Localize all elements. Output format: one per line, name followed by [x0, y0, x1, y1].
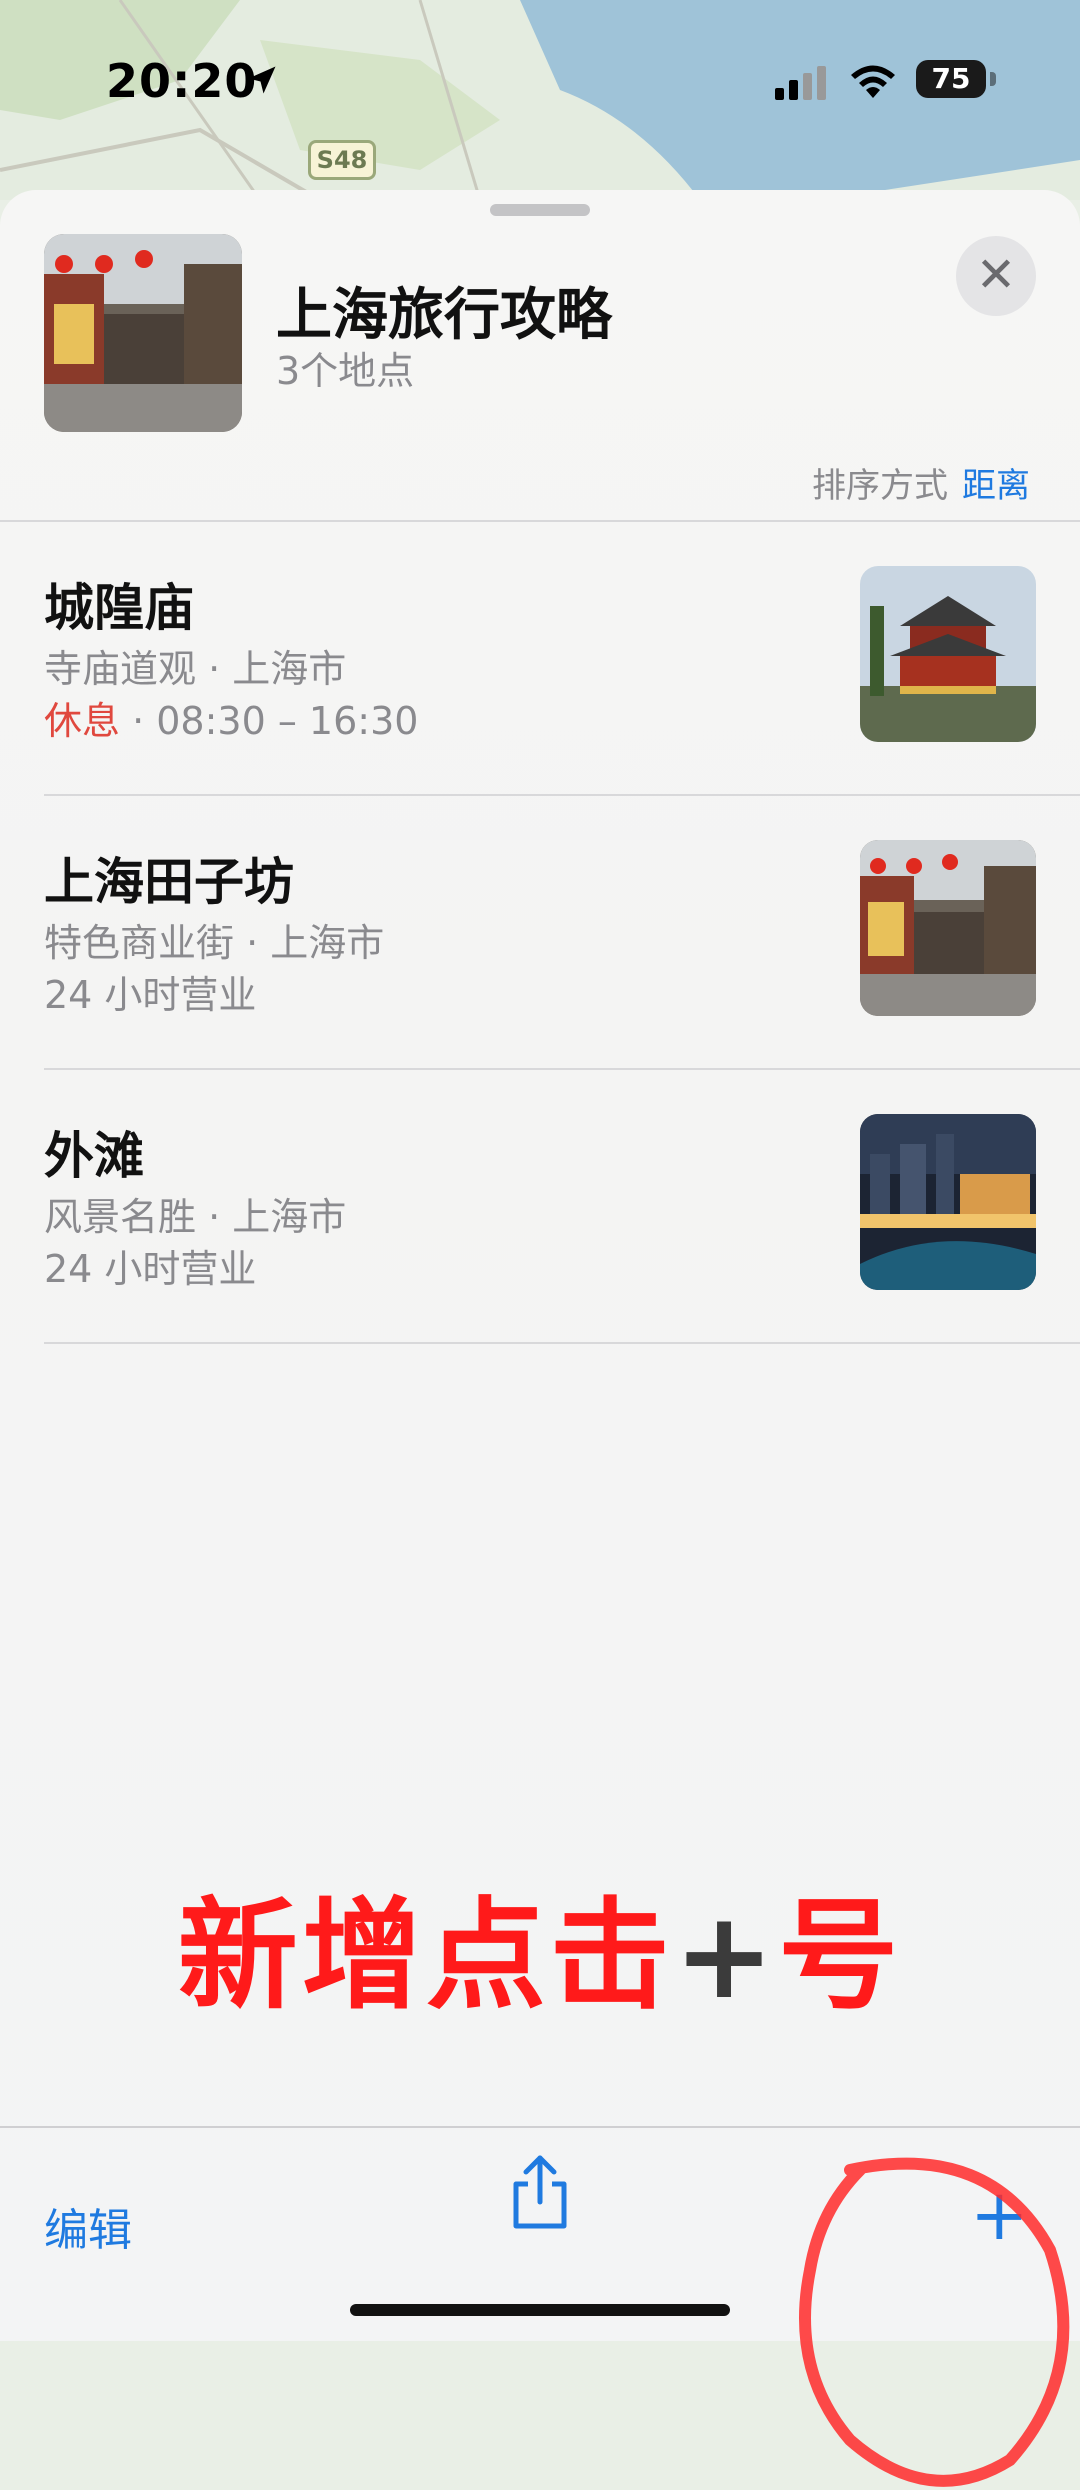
place-row-chenghuangmiao[interactable]: 城隍庙 寺庙道观 · 上海市 休息 · 08:30 – 16:30	[0, 522, 1080, 796]
place-row-tianzifang[interactable]: 上海田子坊 特色商业街 · 上海市 24 小时营业	[0, 796, 1080, 1070]
toolbar-divider	[0, 2126, 1080, 2128]
share-button[interactable]	[508, 2152, 572, 2236]
places-list: 城隍庙 寺庙道观 · 上海市 休息 · 08:30 – 16:30 上海田子坊	[0, 522, 1080, 1344]
share-icon	[513, 2155, 567, 2229]
annotation-overlay: 新增点击+号	[0, 1858, 1080, 2032]
place-category: 寺庙道观 · 上海市	[44, 647, 347, 691]
place-thumbnail	[860, 840, 1036, 1016]
place-name: 上海田子坊	[44, 853, 294, 911]
status-time: 20:20	[106, 54, 258, 108]
place-name: 外滩	[44, 1127, 144, 1185]
place-hours: 24 小时营业	[44, 973, 257, 1017]
guide-title: 上海旅行攻略	[276, 283, 612, 348]
edit-button[interactable]: 编辑	[44, 2194, 132, 2258]
place-thumbnail	[860, 566, 1036, 742]
place-status-closed: 休息	[44, 699, 121, 743]
place-category: 风景名胜 · 上海市	[44, 1195, 347, 1239]
row-divider	[44, 1342, 1080, 1344]
battery-cap	[990, 72, 996, 86]
route-shield-label: S48	[308, 140, 376, 180]
close-icon: ✕	[975, 247, 1017, 303]
place-thumbnail	[860, 1114, 1036, 1290]
guide-sheet: 上海旅行攻略 3个地点 ✕ 排序方式 距离 城隍庙 寺庙道观 · 上海市 休息 ·…	[0, 190, 1080, 2487]
place-category: 特色商业街 · 上海市	[44, 921, 385, 965]
sort-value-button[interactable]: 距离	[962, 466, 1030, 506]
place-hours-text: · 08:30 – 16:30	[120, 699, 419, 743]
annotation-text-before: 新增点击	[177, 1887, 674, 2026]
wifi-icon	[851, 65, 895, 98]
place-row-bund[interactable]: 外滩 风景名胜 · 上海市 24 小时营业	[0, 1070, 1080, 1344]
annotation-text-after: 号	[778, 1887, 903, 2026]
place-hours: 休息 · 08:30 – 16:30	[44, 690, 418, 745]
battery-level: 75	[916, 60, 986, 98]
guide-cover-image	[44, 234, 242, 432]
cellular-signal-icon	[775, 66, 826, 100]
status-bar: 20:20 75	[0, 40, 1080, 120]
guide-place-count: 3个地点	[276, 349, 415, 393]
annotation-circle-mark	[799, 2157, 1070, 2487]
annotation-plus: +	[673, 1887, 779, 2026]
location-arrow-icon	[248, 66, 276, 94]
place-hours: 24 小时营业	[44, 1247, 257, 1291]
sort-control: 排序方式 距离	[812, 458, 1030, 507]
sheet-grabber[interactable]	[490, 204, 590, 216]
sort-label: 排序方式	[812, 466, 948, 506]
close-button[interactable]: ✕	[956, 236, 1036, 316]
place-name: 城隍庙	[44, 579, 194, 637]
home-indicator	[350, 2304, 730, 2316]
